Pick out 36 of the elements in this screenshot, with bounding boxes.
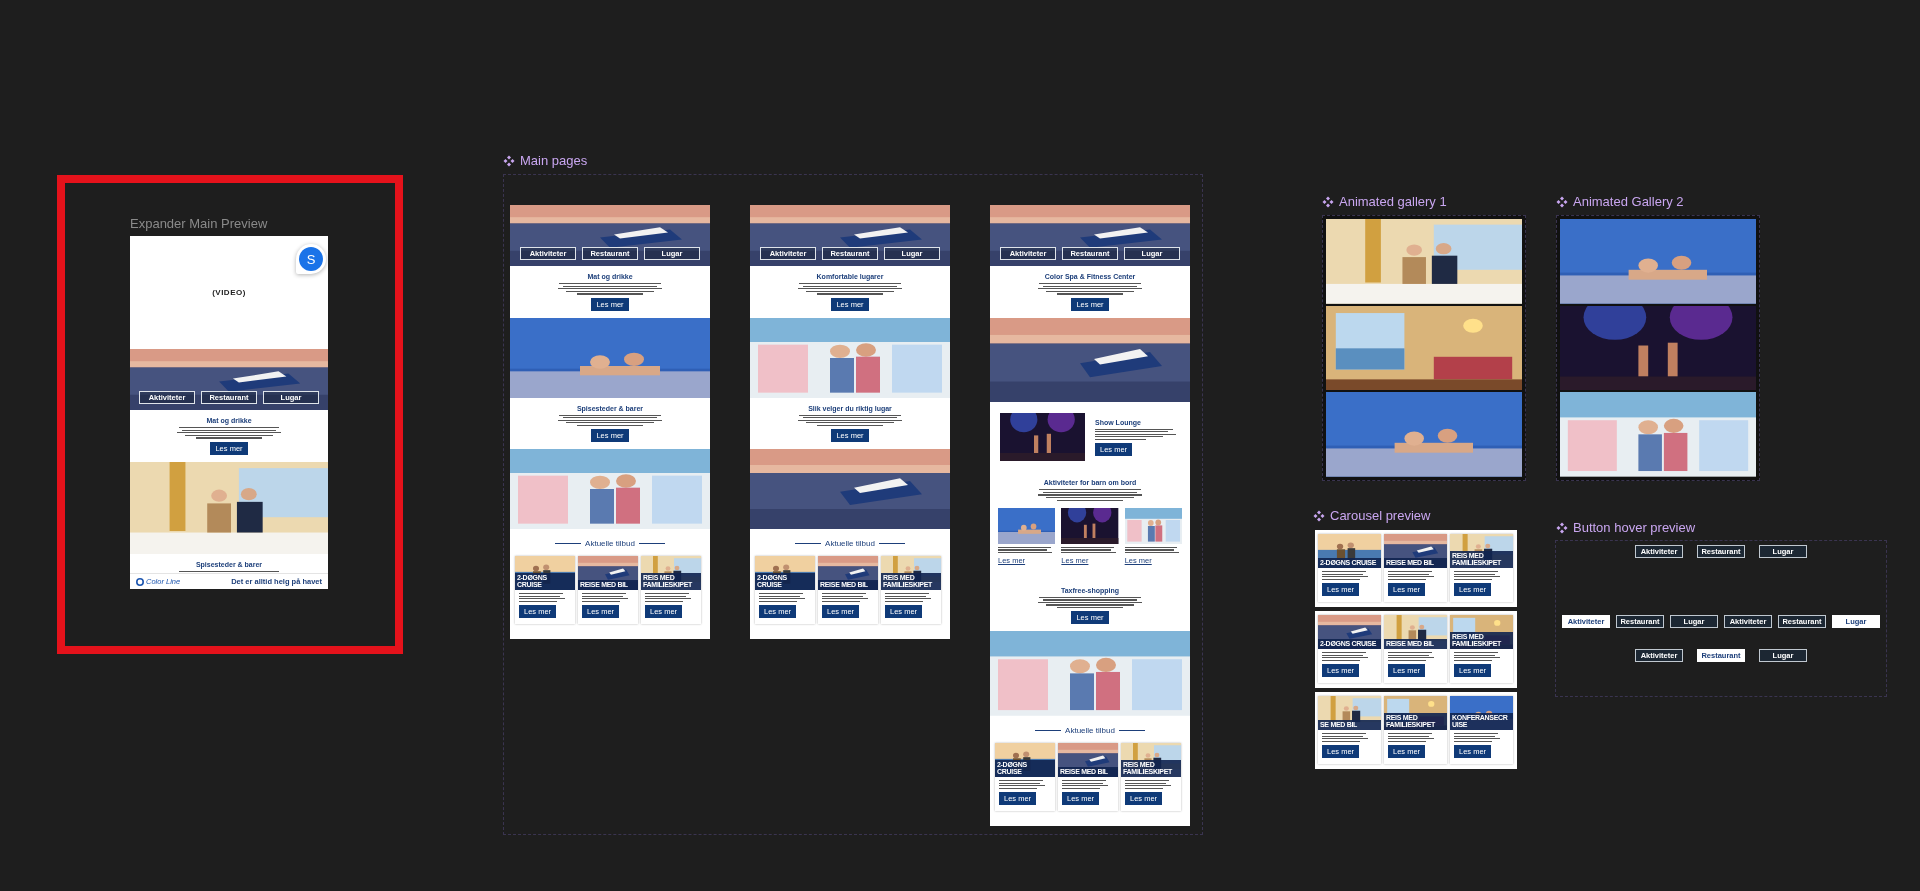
text-lines-drawing bbox=[1322, 571, 1370, 580]
text-lines-drawing bbox=[1062, 780, 1110, 789]
video-label: (VIDEO) bbox=[212, 288, 246, 297]
text-lines-drawing bbox=[1125, 780, 1173, 789]
text-lines-drawing bbox=[1454, 652, 1502, 661]
frame-title: Carousel preview bbox=[1330, 508, 1431, 523]
frame-title: Button hover preview bbox=[1573, 520, 1696, 535]
text-lines-drawing bbox=[885, 593, 933, 602]
text-lines-drawing bbox=[1061, 546, 1119, 554]
text-lines-drawing bbox=[582, 593, 630, 602]
text-lines-drawing bbox=[1454, 571, 1502, 580]
text-lines-drawing bbox=[519, 593, 567, 602]
text-lines-drawing bbox=[1454, 733, 1502, 742]
section-heading: Aktuelle tilbud bbox=[585, 539, 635, 548]
text-lines-drawing bbox=[822, 593, 870, 602]
text-lines-drawing bbox=[1388, 652, 1436, 661]
section-heading: Aktuelle tilbud bbox=[1065, 726, 1115, 735]
text-lines-drawing bbox=[1388, 571, 1436, 580]
frame-title: Animated Gallery 2 bbox=[1573, 194, 1684, 209]
section-heading: Aktuelle tilbud bbox=[825, 539, 875, 548]
text-lines-drawing bbox=[645, 593, 693, 602]
text-lines-drawing bbox=[1322, 733, 1370, 742]
frame-title: Animated gallery 1 bbox=[1339, 194, 1447, 209]
component-icon bbox=[1556, 195, 1568, 208]
component-icon bbox=[1322, 195, 1334, 208]
component-icon bbox=[503, 154, 515, 167]
frame-title: Main pages bbox=[520, 153, 588, 168]
text-lines-drawing bbox=[1388, 733, 1436, 742]
text-lines-drawing bbox=[1124, 546, 1182, 554]
text-lines-drawing bbox=[999, 780, 1047, 789]
logo-icon bbox=[136, 577, 144, 586]
component-icon bbox=[1556, 521, 1568, 534]
component-icon bbox=[1313, 509, 1325, 522]
text-lines-drawing bbox=[1322, 652, 1370, 661]
text-lines-drawing bbox=[759, 593, 807, 602]
frame-title: Expander Main Preview bbox=[130, 216, 268, 231]
